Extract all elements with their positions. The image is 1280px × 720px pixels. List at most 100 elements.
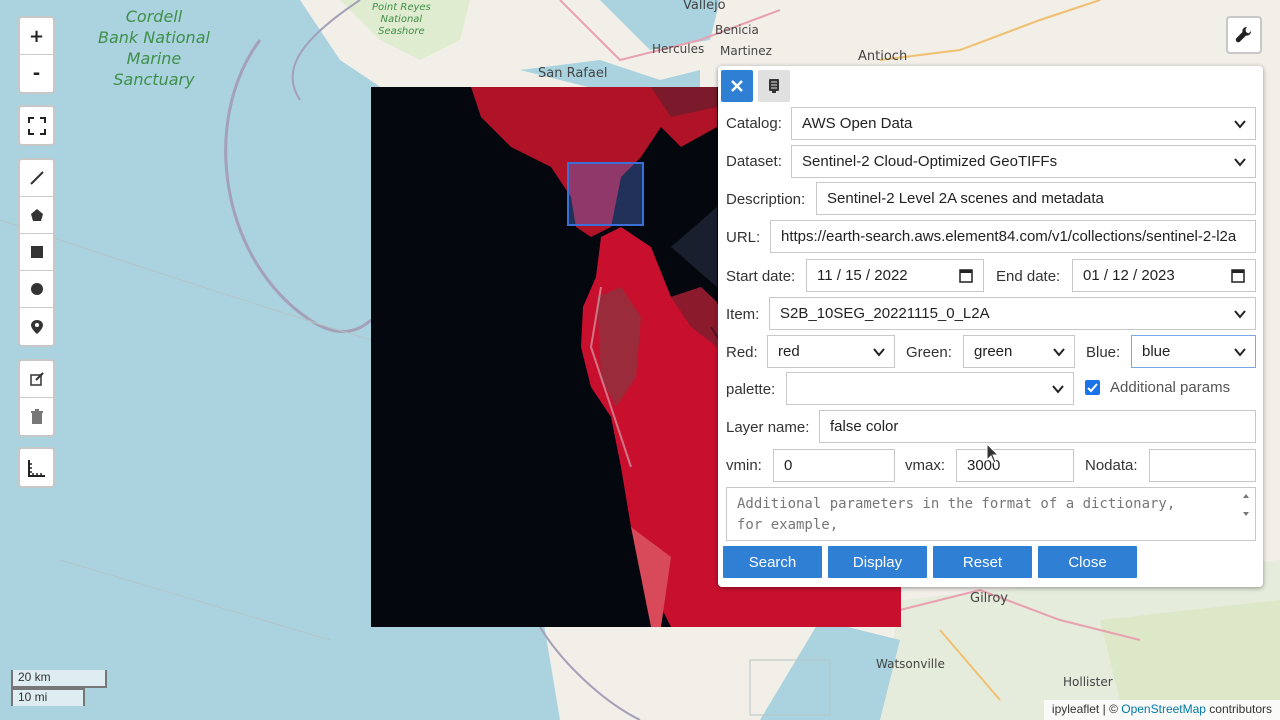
green-band-value: green bbox=[974, 343, 1013, 360]
chevron-down-icon bbox=[1234, 348, 1246, 357]
zoom-control: + - bbox=[18, 16, 55, 94]
draw-polyline-button[interactable] bbox=[20, 160, 53, 197]
start-date-input[interactable]: 11 / 15 / 2022 bbox=[806, 259, 984, 292]
vmax-input[interactable]: 3000 bbox=[956, 449, 1074, 482]
wrench-icon bbox=[1235, 27, 1251, 43]
end-date-label: End date: bbox=[996, 268, 1061, 285]
catalog-label: Catalog: bbox=[726, 115, 782, 132]
place-label-hollister: Hollister bbox=[1063, 675, 1113, 689]
zoom-out-button[interactable]: - bbox=[20, 55, 53, 92]
measure-button[interactable] bbox=[20, 449, 53, 486]
green-band-select[interactable]: green bbox=[963, 335, 1075, 368]
fullscreen-control bbox=[18, 105, 55, 146]
display-button[interactable]: Display bbox=[828, 546, 927, 578]
draw-polygon-button[interactable] bbox=[20, 197, 53, 234]
red-band-select[interactable]: red bbox=[767, 335, 895, 368]
scroll-arrows-icon[interactable] bbox=[1241, 492, 1251, 520]
red-band-value: red bbox=[778, 343, 800, 360]
server-icon bbox=[769, 79, 779, 93]
description-label: Description: bbox=[726, 191, 806, 208]
close-icon bbox=[731, 80, 743, 92]
end-date-value: 01 / 12 / 2023 bbox=[1083, 267, 1175, 284]
chevron-down-icon bbox=[873, 348, 885, 357]
place-label-cordell: Cordell Bank National Marine Sanctuary bbox=[98, 7, 210, 89]
scale-km: 20 km bbox=[11, 670, 107, 688]
search-data-panel: Catalog: AWS Open Data Dataset: Sentinel… bbox=[718, 66, 1263, 587]
place-label-antioch: Antioch bbox=[858, 49, 908, 64]
draw-circle-button[interactable] bbox=[20, 271, 53, 308]
catalog-row: Catalog: bbox=[726, 115, 782, 132]
vmax-label: vmax: bbox=[905, 457, 946, 474]
edit-layers-button[interactable] bbox=[20, 361, 53, 398]
place-label-vallejo: Vallejo bbox=[683, 0, 726, 13]
catalog-value: AWS Open Data bbox=[802, 115, 913, 132]
trash-icon bbox=[30, 408, 43, 424]
chevron-down-icon bbox=[1234, 120, 1246, 129]
palette-select[interactable] bbox=[786, 372, 1074, 405]
place-label-san-rafael: San Rafael bbox=[538, 66, 608, 81]
place-label-hercules: Hercules bbox=[652, 42, 705, 56]
selection-bounding-box[interactable] bbox=[567, 162, 644, 226]
url-value: https://earth-search.aws.element84.com/v… bbox=[781, 228, 1237, 245]
item-value: S2B_10SEG_20221115_0_L2A bbox=[780, 305, 990, 322]
attribution-rest: contributors bbox=[1205, 702, 1272, 716]
attribution-leaflet-link[interactable]: ipyleaflet bbox=[1052, 702, 1099, 716]
draw-toolbar bbox=[18, 158, 55, 347]
catalog-select[interactable]: AWS Open Data bbox=[791, 107, 1256, 140]
start-date-label: Start date: bbox=[726, 268, 796, 285]
url-label: URL: bbox=[726, 229, 761, 246]
blue-band-value: blue bbox=[1142, 343, 1171, 360]
checkbox-checked-icon[interactable] bbox=[1085, 380, 1100, 395]
scale-mi: 10 mi bbox=[11, 688, 85, 706]
end-date-input[interactable]: 01 / 12 / 2023 bbox=[1072, 259, 1256, 292]
fullscreen-icon bbox=[27, 116, 46, 135]
chevron-down-icon bbox=[1234, 310, 1246, 319]
search-button[interactable]: Search bbox=[723, 546, 822, 578]
place-label-gilroy: Gilroy bbox=[970, 591, 1009, 606]
calendar-icon[interactable] bbox=[1231, 268, 1245, 283]
item-select[interactable]: S2B_10SEG_20221115_0_L2A bbox=[769, 297, 1256, 330]
calendar-icon[interactable] bbox=[959, 268, 973, 283]
dataset-value: Sentinel-2 Cloud-Optimized GeoTIFFs bbox=[802, 153, 1058, 170]
close-button[interactable]: Close bbox=[1038, 546, 1137, 578]
vmin-label: vmin: bbox=[726, 457, 762, 474]
vmin-input[interactable]: 0 bbox=[773, 449, 895, 482]
attribution-osm-link[interactable]: OpenStreetMap bbox=[1121, 702, 1206, 716]
delete-layers-button[interactable] bbox=[20, 398, 53, 435]
reset-button[interactable]: Reset bbox=[933, 546, 1032, 578]
draw-rectangle-button[interactable] bbox=[20, 234, 53, 271]
edit-toolbar bbox=[18, 359, 55, 437]
description-field[interactable]: Sentinel-2 Level 2A scenes and metadata bbox=[816, 182, 1256, 215]
nodata-label: Nodata: bbox=[1085, 457, 1138, 474]
fullscreen-button[interactable] bbox=[20, 107, 53, 144]
blue-label: Blue: bbox=[1086, 344, 1121, 361]
additional-params-textarea[interactable]: Additional parameters in the format of a… bbox=[726, 487, 1256, 541]
attribution: ipyleaflet | © OpenStreetMap contributor… bbox=[1043, 700, 1280, 720]
dataset-select[interactable]: Sentinel-2 Cloud-Optimized GeoTIFFs bbox=[791, 145, 1256, 178]
edit-icon bbox=[29, 372, 44, 386]
red-label: Red: bbox=[726, 344, 758, 361]
circle-icon bbox=[30, 283, 43, 295]
additional-params-toggle[interactable]: Additional params bbox=[1085, 379, 1230, 396]
url-field[interactable]: https://earth-search.aws.element84.com/v… bbox=[770, 220, 1256, 253]
marker-icon bbox=[30, 319, 43, 334]
polygon-icon bbox=[30, 209, 43, 221]
green-label: Green: bbox=[906, 344, 952, 361]
close-panel-button[interactable] bbox=[721, 70, 753, 102]
blue-band-select[interactable]: blue bbox=[1131, 335, 1256, 368]
toggle-panel-button[interactable] bbox=[758, 70, 790, 102]
item-label: Item: bbox=[726, 306, 760, 323]
polyline-icon bbox=[29, 171, 44, 185]
vmin-value: 0 bbox=[784, 457, 793, 474]
additional-params-label: Additional params bbox=[1110, 379, 1231, 396]
toolbar-toggle-button[interactable] bbox=[1226, 16, 1262, 54]
start-date-value: 11 / 15 / 2022 bbox=[817, 267, 908, 284]
draw-marker-button[interactable] bbox=[20, 308, 53, 345]
nodata-input[interactable] bbox=[1149, 449, 1256, 482]
place-label-benicia: Benicia bbox=[715, 23, 759, 37]
attribution-separator: | © bbox=[1099, 702, 1122, 716]
place-label-watsonville: Watsonville bbox=[876, 657, 945, 671]
zoom-in-button[interactable]: + bbox=[20, 18, 53, 55]
layer-name-input[interactable]: false color bbox=[819, 410, 1256, 443]
layer-name-label: Layer name: bbox=[726, 419, 810, 436]
